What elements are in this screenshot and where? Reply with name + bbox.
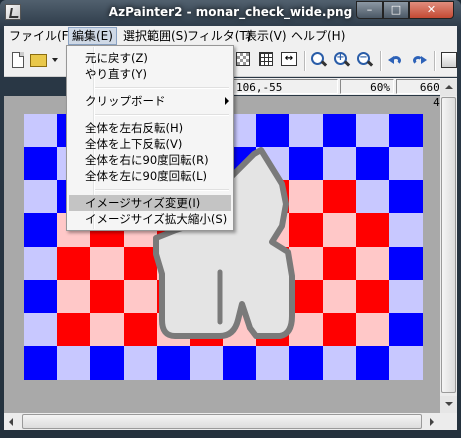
menu-item-resize-canvas[interactable]: イメージサイズ変更(I) <box>69 195 231 211</box>
submenu-arrow-icon <box>225 97 229 105</box>
menu-selection[interactable]: 選択範囲(S) <box>120 28 191 44</box>
maximize-button[interactable]: □ <box>383 1 409 19</box>
menu-item-undo[interactable]: 元に戻す(Z) <box>69 50 231 66</box>
fit-window-icon[interactable]: ↔ <box>281 52 297 66</box>
menu-help[interactable]: ヘルプ(H) <box>288 28 348 44</box>
menu-view[interactable]: 表示(V) <box>242 28 290 44</box>
scroll-down-button[interactable] <box>440 396 457 413</box>
app-window: AzPainter2 - monar_check_wide.png – □ ✕ … <box>0 0 461 438</box>
open-dropdown-icon[interactable] <box>52 58 58 62</box>
scrollbar-corner <box>440 413 457 430</box>
vertical-scrollbar[interactable] <box>440 79 457 413</box>
menu-item-scale-image[interactable]: イメージサイズ拡大縮小(S) <box>69 211 231 227</box>
horizontal-scroll-thumb[interactable] <box>22 414 422 429</box>
scroll-up-button[interactable] <box>440 79 457 96</box>
toolbar-divider <box>434 51 436 71</box>
open-folder-icon[interactable] <box>30 54 47 67</box>
zoom-out-icon[interactable]: − <box>357 52 374 67</box>
zoom-level: 60% <box>340 79 394 94</box>
title-bar[interactable]: AzPainter2 - monar_check_wide.png – □ ✕ <box>0 0 461 26</box>
horizontal-scrollbar[interactable] <box>4 413 440 430</box>
vertical-scroll-thumb[interactable] <box>441 97 456 393</box>
window-bottom-border <box>0 430 461 438</box>
zoom-in-icon[interactable]: + <box>334 52 351 67</box>
menu-item-clipboard[interactable]: クリップボード <box>69 93 231 109</box>
menu-file[interactable]: ファイル(F) <box>6 28 76 44</box>
scroll-left-button[interactable] <box>4 413 21 430</box>
scroll-right-button[interactable] <box>423 413 440 430</box>
options-icon[interactable] <box>441 52 457 68</box>
zoom-icon[interactable] <box>311 52 328 67</box>
edit-menu-dropdown: 元に戻す(Z) やり直す(Y) クリップボード 全体を左右反転(H) 全体を上下… <box>66 45 234 231</box>
minimize-button[interactable]: – <box>356 1 383 19</box>
menu-separator <box>95 189 229 191</box>
menu-separator <box>95 87 229 89</box>
menu-separator <box>95 114 229 116</box>
menu-item-rotate-right[interactable]: 全体を右に90度回転(R) <box>69 152 231 168</box>
redo-icon[interactable] <box>411 54 427 66</box>
menu-bar: ファイル(F) 編集(E) 選択範囲(S) フィルタ(T) 表示(V) ヘルプ(… <box>4 26 457 46</box>
menu-edit[interactable]: 編集(E) <box>68 27 117 45</box>
undo-icon[interactable] <box>388 54 404 66</box>
menu-item-flip-horizontal[interactable]: 全体を左右反転(H) <box>69 120 231 136</box>
new-file-icon[interactable] <box>12 52 24 68</box>
toolbar-divider <box>304 51 306 71</box>
menu-item-rotate-left[interactable]: 全体を左に90度回転(L) <box>69 168 231 184</box>
menu-item-redo[interactable]: やり直す(Y) <box>69 66 231 82</box>
toolbar-divider <box>380 51 382 71</box>
menu-item-flip-vertical[interactable]: 全体を上下反転(V) <box>69 136 231 152</box>
close-button[interactable]: ✕ <box>409 1 454 19</box>
checker-grid-icon[interactable] <box>236 52 250 66</box>
cursor-coordinates: 106,-55 <box>232 79 338 94</box>
menu-item-clipboard-label: クリップボード <box>85 94 166 108</box>
status-bar: 106,-55 60% 660 x 440 <box>232 78 457 109</box>
grid-icon[interactable] <box>259 52 273 66</box>
